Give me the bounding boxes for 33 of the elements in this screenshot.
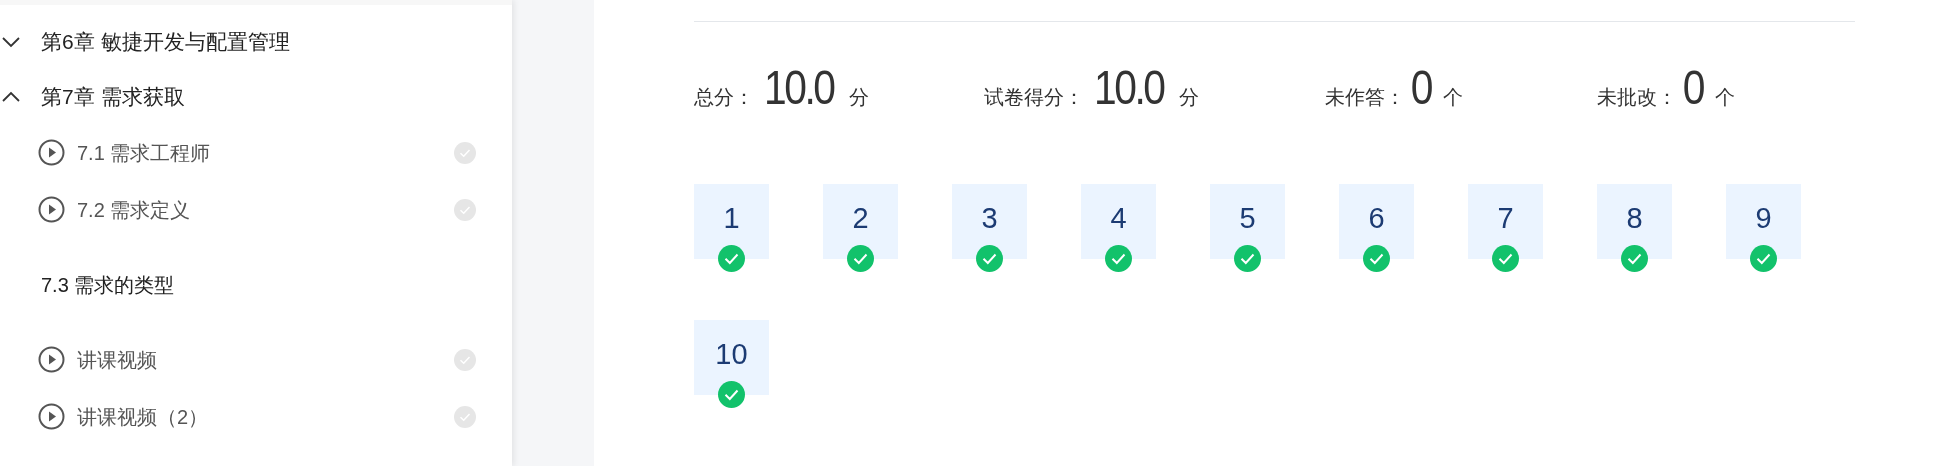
question-number[interactable]: 9 (1726, 184, 1801, 259)
stat-value: 0 (1682, 60, 1703, 116)
stat-unit: 个 (1442, 86, 1463, 108)
question-number[interactable]: 5 (1210, 184, 1285, 259)
question-number[interactable]: 2 (823, 184, 898, 259)
stat-label: 试卷得分： (984, 86, 1084, 108)
stat-unit: 分 (1179, 86, 1200, 108)
lesson-link[interactable]: 讲课视频 (77, 344, 157, 375)
stat-value: 10.0 (764, 60, 834, 116)
question-number[interactable]: 10 (694, 320, 769, 395)
play-icon (38, 196, 65, 223)
question-number[interactable]: 1 (694, 184, 769, 259)
stat-unit: 个 (1714, 86, 1735, 108)
chapter-title[interactable]: 第6章 敏捷开发与配置管理 (41, 25, 290, 58)
question-number[interactable]: 4 (1081, 184, 1156, 259)
question-number[interactable]: 8 (1597, 184, 1672, 259)
question-number[interactable]: 7 (1468, 184, 1543, 259)
stat-value: 0 (1410, 60, 1431, 116)
lesson-link[interactable]: 7.2 需求定义 (77, 194, 191, 225)
stat-label: 总分： (694, 86, 754, 108)
stat-label: 未作答： (1325, 86, 1405, 108)
play-icon (38, 346, 65, 373)
question-number[interactable]: 3 (952, 184, 1027, 259)
stat-unit: 分 (849, 86, 870, 108)
lesson-link[interactable]: 7.1 需求工程师 (77, 137, 211, 168)
question-number[interactable]: 6 (1339, 184, 1414, 259)
stat-label: 未批改： (1597, 86, 1677, 108)
play-icon (38, 403, 65, 430)
stat-value: 10.0 (1094, 60, 1164, 116)
chapter-title[interactable]: 第7章 需求获取 (41, 80, 185, 113)
play-icon (38, 139, 65, 166)
section-title: 7.3 需求的类型 (41, 272, 175, 298)
lesson-link[interactable]: 讲课视频（2） (77, 401, 209, 432)
